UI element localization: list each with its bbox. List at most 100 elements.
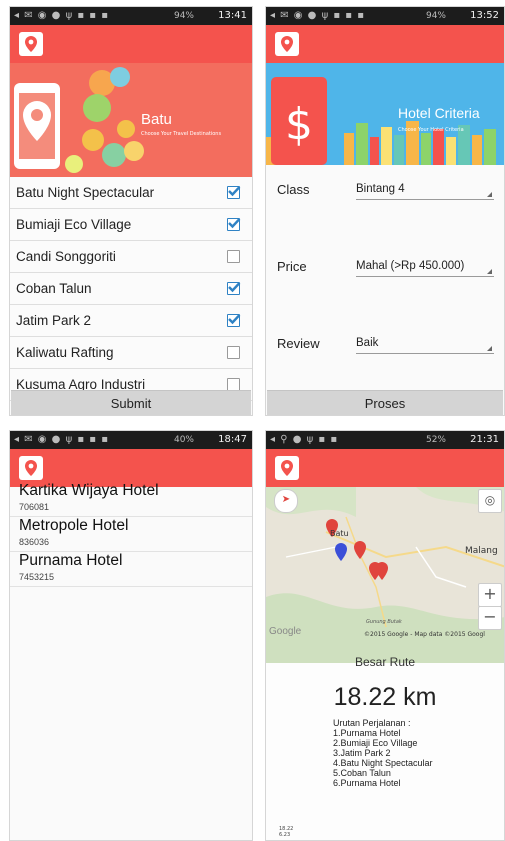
notification-icons: ◂ ✉ ◉ ● ψ ▪ ▪ ▪ xyxy=(270,10,366,21)
destination-label: Jatim Park 2 xyxy=(16,313,92,328)
google-watermark: Google xyxy=(269,626,302,637)
clock: 18:47 xyxy=(218,434,247,445)
route-stop: 3.Jatim Park 2 xyxy=(333,748,391,758)
zoom-in-button[interactable]: + xyxy=(478,583,502,607)
price-value: Mahal (>Rp 450.000) xyxy=(356,260,465,272)
notification-icons: ◂ ✉ ◉ ● ψ ▪ ▪ ▪ xyxy=(14,434,110,445)
battery-level: 94% xyxy=(173,11,194,21)
destinations-screen: ◂ ✉ ◉ ● ψ ▪ ▪ ▪ 94% 13:41 Batu Choose Yo… xyxy=(9,6,253,416)
route-footer: 18.22 6.23 xyxy=(279,826,293,838)
app-logo-icon[interactable] xyxy=(275,456,299,480)
hotel-name: Purnama Hotel xyxy=(19,552,123,569)
status-bar: ◂ ⚲ ● ψ ▪ ▪ 52% 21:31 xyxy=(266,431,504,449)
route-title: Besar Rute xyxy=(354,655,416,669)
checkbox-checked[interactable] xyxy=(227,218,241,231)
class-value: Bintang 4 xyxy=(356,183,405,195)
destination-label: Kaliwatu Rafting xyxy=(16,345,114,360)
route-footer-line: 6.23 xyxy=(279,832,291,838)
app-bar xyxy=(266,25,504,63)
route-summary: Besar Rute 18.22 km Urutan Perjalanan : … xyxy=(266,655,504,840)
criteria-banner: $ Hotel Criteria Choose Your Hotel Crite… xyxy=(266,63,504,165)
checkbox-checked[interactable] xyxy=(227,186,241,199)
clock: 13:41 xyxy=(218,10,247,21)
battery-level: 94% xyxy=(425,11,446,21)
notification-icons: ◂ ✉ ◉ ● ψ ▪ ▪ ▪ xyxy=(14,10,110,21)
map-copyright: ©2015 Google - Map data ©2015 Googl xyxy=(364,631,485,638)
review-label: Review xyxy=(277,336,320,351)
app-bar xyxy=(10,25,252,63)
checkbox-checked[interactable] xyxy=(227,282,241,295)
travel-illustration xyxy=(14,67,144,173)
my-location-button[interactable]: ◎ xyxy=(478,489,502,513)
destination-label: Candi Songgoriti xyxy=(16,249,116,264)
hotel-list-item[interactable]: Kartika Wijaya Hotel 706081 xyxy=(10,482,252,517)
destination-item[interactable]: Coban Talun xyxy=(10,273,252,305)
route-order-list: 1.Purnama Hotel 2.Bumiaji Eco Village 3.… xyxy=(333,728,433,788)
app-bar xyxy=(266,449,504,487)
route-distance: 18.22 km xyxy=(333,683,437,711)
hotel-list-item[interactable]: Purnama Hotel 7453215 xyxy=(10,552,252,587)
review-select[interactable]: Baik xyxy=(356,337,494,354)
dropdown-arrow-icon xyxy=(487,192,492,197)
route-stop: 6.Purnama Hotel xyxy=(333,778,401,788)
map-label-malang: Malang xyxy=(465,546,498,556)
dropdown-arrow-icon xyxy=(487,269,492,274)
clock: 21:31 xyxy=(470,434,499,445)
route-stop: 1.Purnama Hotel xyxy=(333,728,401,738)
checkbox-unchecked[interactable] xyxy=(227,346,240,359)
class-label: Class xyxy=(277,182,310,197)
banner-subtitle: Choose Your Hotel Criteria xyxy=(398,127,464,133)
dropdown-arrow-icon xyxy=(487,346,492,351)
app-logo-icon[interactable] xyxy=(19,32,43,56)
route-screen: ◂ ⚲ ● ψ ▪ ▪ 52% 21:31 Batu Malang Gunung… xyxy=(265,430,505,841)
destination-label: Coban Talun xyxy=(16,281,92,296)
price-label: Price xyxy=(277,259,307,274)
route-stop: 2.Bumiaji Eco Village xyxy=(333,738,418,748)
battery-level: 40% xyxy=(173,435,194,445)
hotel-results-screen: ◂ ✉ ◉ ● ψ ▪ ▪ ▪ 40% 18:47 Kartika Wijaya… xyxy=(9,430,253,841)
svg-text:$: $ xyxy=(285,99,313,150)
zoom-out-button[interactable]: − xyxy=(478,606,502,630)
app-logo-icon[interactable] xyxy=(19,456,43,480)
hotel-name: Kartika Wijaya Hotel xyxy=(19,482,159,499)
hotel-phone: 7453215 xyxy=(19,572,55,582)
status-bar: ◂ ✉ ◉ ● ψ ▪ ▪ ▪ 94% 13:41 xyxy=(10,7,252,25)
destination-item[interactable]: Bumiaji Eco Village xyxy=(10,209,252,241)
hotel-criteria-screen: ◂ ✉ ◉ ● ψ ▪ ▪ ▪ 94% 13:52 $ Hotel Criter… xyxy=(265,6,505,416)
price-select[interactable]: Mahal (>Rp 450.000) xyxy=(356,260,494,277)
hotel-phone: 836036 xyxy=(19,537,50,547)
review-value: Baik xyxy=(356,337,379,349)
banner-title: Batu xyxy=(141,111,172,128)
destination-item[interactable]: Candi Songgoriti xyxy=(10,241,252,273)
destination-item[interactable]: Batu Night Spectacular xyxy=(10,177,252,209)
proses-button[interactable]: Proses xyxy=(267,390,503,415)
status-bar: ◂ ✉ ◉ ● ψ ▪ ▪ ▪ 40% 18:47 xyxy=(10,431,252,449)
notification-icons: ◂ ⚲ ● ψ ▪ ▪ xyxy=(270,434,339,445)
destination-item[interactable]: Kaliwatu Rafting xyxy=(10,337,252,369)
route-map[interactable]: Batu Malang Gunung Butak Google ©2015 Go… xyxy=(266,487,504,663)
checkbox-checked[interactable] xyxy=(227,314,241,327)
compass-button[interactable]: ➤ xyxy=(274,489,298,513)
banner-subtitle: Choose Your Travel Destinations xyxy=(141,131,222,137)
hotel-phone: 706081 xyxy=(19,502,50,512)
class-select[interactable]: Bintang 4 xyxy=(356,183,494,200)
battery-level: 52% xyxy=(425,435,446,445)
hotel-list-item[interactable]: Metropole Hotel 836036 xyxy=(10,517,252,552)
submit-button[interactable]: Submit xyxy=(11,390,251,415)
map-label-batu: Batu xyxy=(330,529,349,538)
destination-banner: Batu Choose Your Travel Destinations xyxy=(10,63,252,177)
destination-label: Batu Night Spectacular xyxy=(16,185,155,200)
status-bar: ◂ ✉ ◉ ● ψ ▪ ▪ ▪ 94% 13:52 xyxy=(266,7,504,25)
route-stop: 4.Batu Night Spectacular xyxy=(333,758,433,768)
hotel-name: Metropole Hotel xyxy=(19,517,129,534)
app-logo-icon[interactable] xyxy=(275,32,299,56)
destination-item[interactable]: Jatim Park 2 xyxy=(10,305,252,337)
destination-label: Bumiaji Eco Village xyxy=(16,217,132,232)
checkbox-unchecked[interactable] xyxy=(227,250,240,263)
route-stop: 5.Coban Talun xyxy=(333,768,391,778)
banner-title: Hotel Criteria xyxy=(398,105,480,121)
destination-list: Batu Night Spectacular Bumiaji Eco Villa… xyxy=(10,177,252,401)
map-label-gunung-butak: Gunung Butak xyxy=(366,619,402,625)
route-order-heading: Urutan Perjalanan : xyxy=(333,718,411,728)
clock: 13:52 xyxy=(470,10,499,21)
